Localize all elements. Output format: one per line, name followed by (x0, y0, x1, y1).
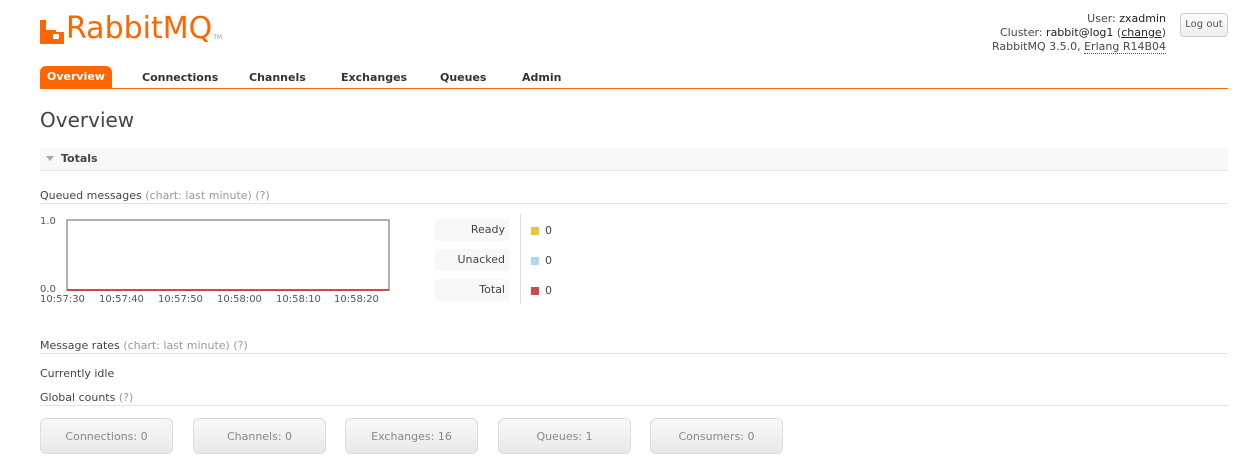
rates-help-link[interactable]: (?) (233, 339, 247, 352)
queues-count-button[interactable]: Queues: 1 (498, 418, 631, 454)
totals-title: Totals (61, 152, 98, 165)
currently-idle-text: Currently idle (40, 367, 115, 380)
logout-button[interactable]: Log out (1180, 13, 1228, 37)
total-count: 0 (545, 284, 552, 297)
main-nav: Overview Connections Channels Exchanges … (40, 66, 1228, 89)
rabbitmq-logo[interactable]: RabbitMQ TM (40, 10, 222, 44)
rabbitmq-version: RabbitMQ 3.5.0, (991, 40, 1081, 53)
legend-unacked-value: 0 (531, 254, 552, 268)
legend-ready-label: Ready (435, 219, 510, 241)
x-tick: 10:57:50 (158, 294, 203, 305)
queued-chart-hint[interactable]: (chart: last minute) (145, 189, 252, 202)
cluster-line: Cluster: rabbit@log1 (change) (999, 26, 1166, 39)
connections-count-button[interactable]: Connections: 0 (40, 418, 173, 454)
logo-text: RabbitMQ (66, 11, 213, 46)
rates-chart-hint[interactable]: (chart: last minute) (123, 339, 230, 352)
version-line: RabbitMQ 3.5.0, Erlang R14B04 (992, 40, 1166, 54)
tab-connections[interactable]: Connections (142, 68, 218, 88)
chart-frame (66, 219, 390, 291)
ready-count: 0 (545, 224, 552, 237)
erlang-version: Erlang R14B04 (1084, 40, 1166, 54)
message-rates-label: Message rates (40, 339, 120, 352)
legend-ready-value: 0 (531, 224, 552, 238)
unacked-count: 0 (545, 254, 552, 267)
change-cluster-link[interactable]: change (1121, 26, 1161, 39)
total-swatch (531, 287, 539, 295)
cluster-label: Cluster: (999, 26, 1043, 39)
login-info: User: zxadmin Cluster: rabbit@log1 (chan… (992, 12, 1166, 54)
user-label: User: (1087, 12, 1116, 25)
y-tick-max: 1.0 (40, 216, 56, 227)
legend-total-value: 0 (531, 284, 552, 298)
tab-queues[interactable]: Queues (440, 68, 486, 88)
tab-exchanges[interactable]: Exchanges (341, 68, 407, 88)
legend-divider (520, 214, 521, 304)
queued-messages-heading: Queued messages (chart: last minute) (?) (40, 189, 1228, 204)
x-tick: 10:58:00 (217, 294, 262, 305)
x-tick: 10:57:40 (99, 294, 144, 305)
global-counts-label: Global counts (40, 391, 116, 404)
queued-messages-chart (66, 219, 390, 291)
consumers-count-button[interactable]: Consumers: 0 (650, 418, 783, 454)
collapse-triangle-icon (46, 156, 54, 161)
user-line: User: zxadmin (992, 12, 1166, 26)
tab-channels[interactable]: Channels (249, 68, 306, 88)
totals-section-toggle[interactable]: Totals (40, 148, 1228, 171)
message-rates-heading: Message rates (chart: last minute) (?) (40, 339, 1228, 354)
legend-unacked-label: Unacked (435, 249, 510, 271)
x-tick: 10:57:30 (40, 294, 85, 305)
x-tick: 10:58:20 (334, 294, 379, 305)
page-title: Overview (40, 108, 135, 132)
exchanges-count-button[interactable]: Exchanges: 16 (345, 418, 478, 454)
global-counts-heading: Global counts (?) (40, 391, 1228, 406)
cluster-name: rabbit@log1 (1046, 26, 1114, 39)
logo-trademark: TM (213, 34, 223, 41)
unacked-swatch (531, 257, 539, 265)
channels-count-button[interactable]: Channels: 0 (193, 418, 326, 454)
user-name: zxadmin (1119, 12, 1166, 25)
queued-messages-label: Queued messages (40, 189, 142, 202)
x-tick: 10:58:10 (276, 294, 321, 305)
ready-swatch (531, 227, 539, 235)
tab-overview[interactable]: Overview (40, 66, 112, 88)
legend-total-label: Total (435, 279, 510, 301)
tab-admin[interactable]: Admin (522, 68, 561, 88)
rabbitmq-logo-icon (40, 20, 64, 44)
global-help-link[interactable]: (?) (119, 391, 133, 404)
queued-help-link[interactable]: (?) (255, 189, 269, 202)
